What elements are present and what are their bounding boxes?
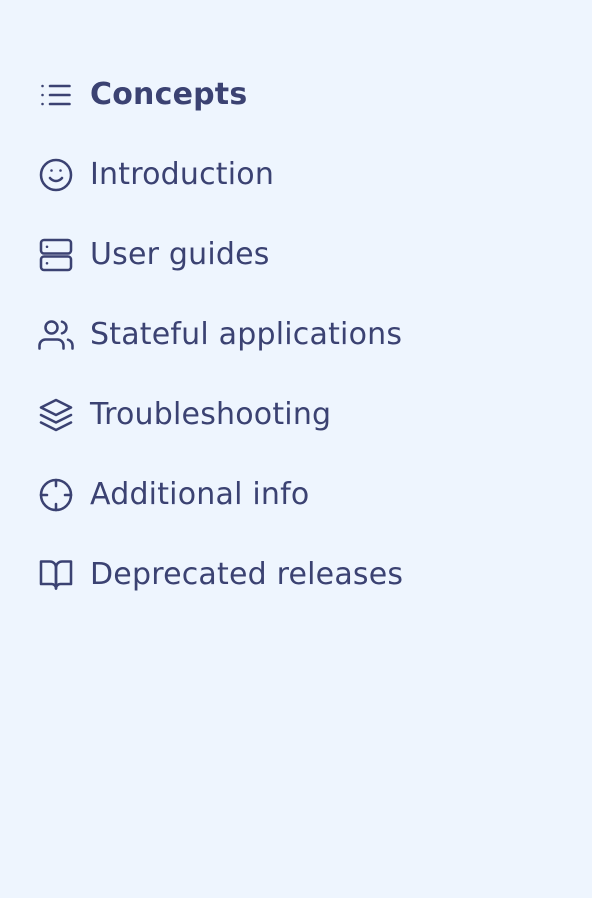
book-open-icon (38, 557, 74, 593)
sidebar-item-troubleshooting[interactable]: Troubleshooting (0, 375, 592, 455)
server-icon (38, 237, 74, 273)
sidebar-item-user-guides[interactable]: User guides (0, 215, 592, 295)
sidebar-item-label: Stateful applications (90, 316, 403, 352)
smile-icon (38, 157, 74, 193)
users-icon (38, 317, 74, 353)
sidebar-item-label: User guides (90, 236, 270, 272)
sidebar-item-additional-info[interactable]: Additional info (0, 455, 592, 535)
sidebar-item-concepts[interactable]: Concepts (0, 55, 592, 135)
sidebar-item-label: Introduction (90, 156, 275, 192)
list-icon (38, 77, 74, 113)
sidebar-nav: Concepts Introduction User guides Statef… (0, 55, 592, 615)
layers-icon (38, 397, 74, 433)
sidebar-item-label: Deprecated releases (90, 556, 404, 592)
crosshair-icon (38, 477, 74, 513)
sidebar-item-introduction[interactable]: Introduction (0, 135, 592, 215)
sidebar-item-label: Additional info (90, 476, 310, 512)
sidebar-item-label: Concepts (90, 76, 248, 112)
sidebar-item-deprecated-releases[interactable]: Deprecated releases (0, 535, 592, 615)
sidebar-item-label: Troubleshooting (90, 396, 332, 432)
sidebar-item-stateful-applications[interactable]: Stateful applications (0, 295, 592, 375)
